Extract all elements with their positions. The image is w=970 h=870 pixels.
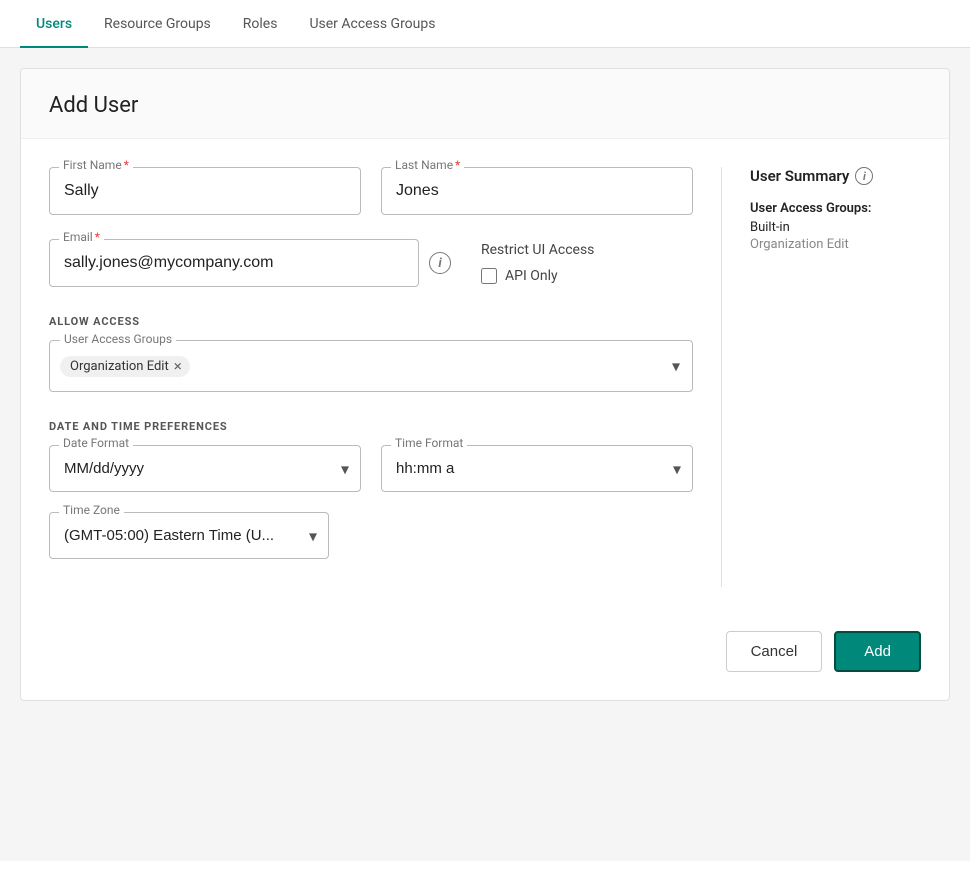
form-main: First Name* Last Name*	[49, 167, 721, 587]
summary-info-icon[interactable]: i	[855, 167, 873, 185]
restrict-ui-label: Restrict UI Access	[481, 242, 594, 258]
main-content: Add User First Name*	[0, 48, 970, 861]
summary-org-edit: Organization Edit	[750, 237, 921, 252]
remove-tag-button[interactable]: ×	[174, 359, 182, 374]
cancel-button[interactable]: Cancel	[726, 631, 823, 672]
api-only-checkbox-wrap[interactable]: API Only	[481, 268, 594, 284]
user-summary-sidebar: User Summary i User Access Groups: Built…	[721, 167, 921, 587]
date-format-label: Date Format	[59, 436, 133, 450]
form-card: Add User First Name*	[20, 68, 950, 701]
page-title: Add User	[49, 93, 921, 118]
user-summary-title: User Summary i	[750, 167, 921, 185]
datetime-section: DATE AND TIME PREFERENCES Date Format MM…	[49, 420, 693, 559]
user-access-groups-label: User Access Groups	[60, 332, 176, 346]
allow-access-header: ALLOW ACCESS	[49, 315, 693, 328]
time-format-label: Time Format	[391, 436, 467, 450]
name-row: First Name* Last Name*	[49, 167, 693, 215]
dropdown-arrow-icon: ▾	[672, 357, 680, 376]
summary-built-in: Built-in	[750, 220, 921, 235]
tabs-bar: Users Resource Groups Roles User Access …	[0, 0, 970, 48]
access-group-tag-label: Organization Edit	[70, 359, 169, 374]
time-format-select[interactable]: hh:mm a HH:mm	[381, 445, 693, 492]
email-label: Email*	[59, 230, 104, 244]
last-name-input[interactable]	[381, 167, 693, 215]
form-card-body: First Name* Last Name*	[21, 139, 949, 615]
last-name-label: Last Name*	[391, 158, 464, 172]
form-card-header: Add User	[21, 69, 949, 139]
tab-resource-groups[interactable]: Resource Groups	[88, 0, 227, 48]
page-wrapper: Users Resource Groups Roles User Access …	[0, 0, 970, 870]
datetime-header: DATE AND TIME PREFERENCES	[49, 420, 693, 433]
tab-users[interactable]: Users	[20, 0, 88, 48]
access-group-tag: Organization Edit ×	[60, 356, 190, 377]
summary-access-groups-label: User Access Groups:	[750, 201, 921, 216]
first-name-wrap: First Name*	[49, 167, 361, 215]
date-format-wrap: Date Format MM/dd/yyyy dd/MM/yyyy yyyy-M…	[49, 445, 361, 492]
user-access-groups-select[interactable]: User Access Groups Organization Edit × ▾	[49, 340, 693, 392]
api-only-label: API Only	[505, 268, 558, 284]
restrict-ui-wrap: Restrict UI Access API Only	[481, 242, 594, 284]
api-only-checkbox[interactable]	[481, 268, 497, 284]
email-row: Email* i Restrict UI Access API Only	[49, 239, 693, 287]
first-name-label: First Name*	[59, 158, 133, 172]
time-format-wrap: Time Format hh:mm a HH:mm ▾	[381, 445, 693, 492]
timezone-select[interactable]: (GMT-05:00) Eastern Time (U... (GMT-06:0…	[49, 512, 329, 559]
tab-user-access-groups[interactable]: User Access Groups	[293, 0, 451, 48]
tab-roles[interactable]: Roles	[227, 0, 294, 48]
form-actions: Cancel Add	[21, 615, 949, 700]
date-format-select[interactable]: MM/dd/yyyy dd/MM/yyyy yyyy-MM-dd	[49, 445, 361, 492]
datetime-row: Date Format MM/dd/yyyy dd/MM/yyyy yyyy-M…	[49, 445, 693, 492]
email-input[interactable]	[49, 239, 419, 287]
timezone-label: Time Zone	[59, 503, 124, 517]
timezone-wrap: Time Zone (GMT-05:00) Eastern Time (U...…	[49, 512, 329, 559]
first-name-input[interactable]	[49, 167, 361, 215]
email-wrap: Email*	[49, 239, 419, 287]
info-icon[interactable]: i	[429, 252, 451, 274]
last-name-wrap: Last Name*	[381, 167, 693, 215]
add-button[interactable]: Add	[834, 631, 921, 672]
